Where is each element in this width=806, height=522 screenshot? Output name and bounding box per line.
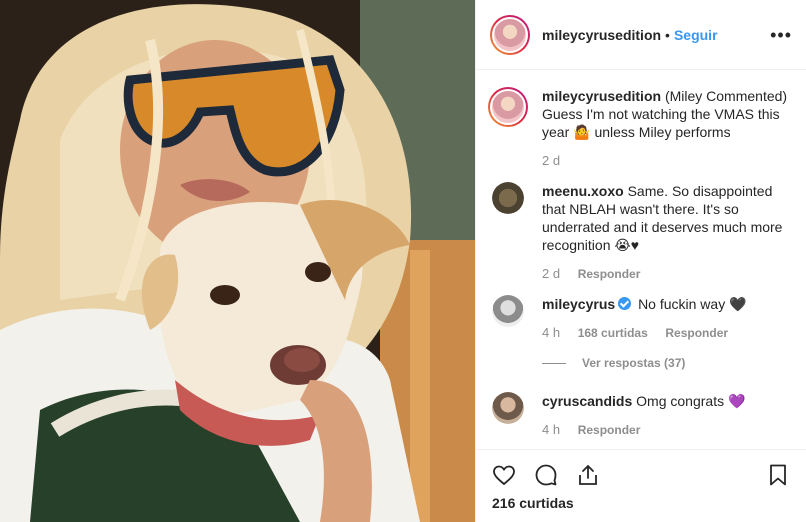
replies-divider [542, 362, 566, 364]
comment-username[interactable]: meenu.xoxo [542, 183, 624, 199]
post-sidebar: mileycyrusedition • Seguir ••• mileycyru… [475, 0, 806, 522]
list-item: cyruscandids Omg congrats 💜 4 h Responde… [488, 392, 792, 437]
comment-text: No fuckin way 🖤 [638, 296, 747, 312]
comment-meta: 2 d Responder [542, 266, 792, 281]
comment-avatar[interactable] [492, 182, 524, 214]
comment-username[interactable]: cyruscandids [542, 393, 632, 409]
view-replies-button[interactable]: Ver respostas (37) [542, 356, 747, 370]
verified-badge-icon [618, 297, 632, 310]
follow-button[interactable]: Seguir [674, 27, 718, 43]
caption-avatar[interactable] [488, 87, 528, 127]
reply-button[interactable]: Responder [578, 423, 641, 437]
list-item: mileycyrus No fuckin way 🖤 4 h 168 curti… [488, 295, 792, 370]
comment-meta: 4 h 168 curtidas Responder [542, 325, 747, 340]
author-avatar[interactable] [490, 14, 530, 55]
post-header: mileycyrusedition • Seguir ••• [476, 0, 806, 70]
comment-text: Omg congrats 💜 [636, 393, 746, 409]
comment-meta: 2 d [542, 153, 792, 168]
comment-avatar[interactable] [492, 295, 524, 327]
comment-username[interactable]: mileycyrus [542, 296, 615, 312]
heart-icon[interactable] [490, 461, 518, 489]
view-replies-label: Ver respostas (37) [582, 356, 686, 370]
post-actions [476, 449, 806, 499]
photo-illustration [0, 0, 475, 522]
comment-icon[interactable] [532, 461, 560, 489]
bookmark-icon[interactable] [764, 461, 792, 489]
comments-list[interactable]: mileycyrusedition (Miley Commented) Gues… [476, 71, 806, 449]
comment-username[interactable]: mileycyrusedition [542, 88, 661, 104]
reply-button[interactable]: Responder [665, 326, 728, 340]
comment-likes[interactable]: 168 curtidas [578, 326, 648, 340]
comment-time[interactable]: 2 d [542, 153, 560, 168]
reply-button[interactable]: Responder [578, 267, 641, 281]
caption: mileycyrusedition (Miley Commented) Gues… [488, 87, 792, 168]
more-options-icon[interactable]: ••• [770, 26, 792, 44]
comment-meta: 4 h Responder [542, 422, 745, 437]
comment-avatar[interactable] [492, 392, 524, 424]
post-photo[interactable] [0, 0, 475, 522]
comment-time[interactable]: 4 h [542, 325, 560, 340]
share-icon[interactable] [574, 461, 602, 489]
list-item: meenu.xoxo Same. So disappointed that NB… [488, 182, 792, 281]
comment-time[interactable]: 2 d [542, 266, 560, 281]
likes-count[interactable]: 216 curtidas [492, 495, 574, 511]
author-username[interactable]: mileycyrusedition [542, 27, 661, 43]
comment-time[interactable]: 4 h [542, 422, 560, 437]
separator-dot: • [665, 26, 670, 43]
